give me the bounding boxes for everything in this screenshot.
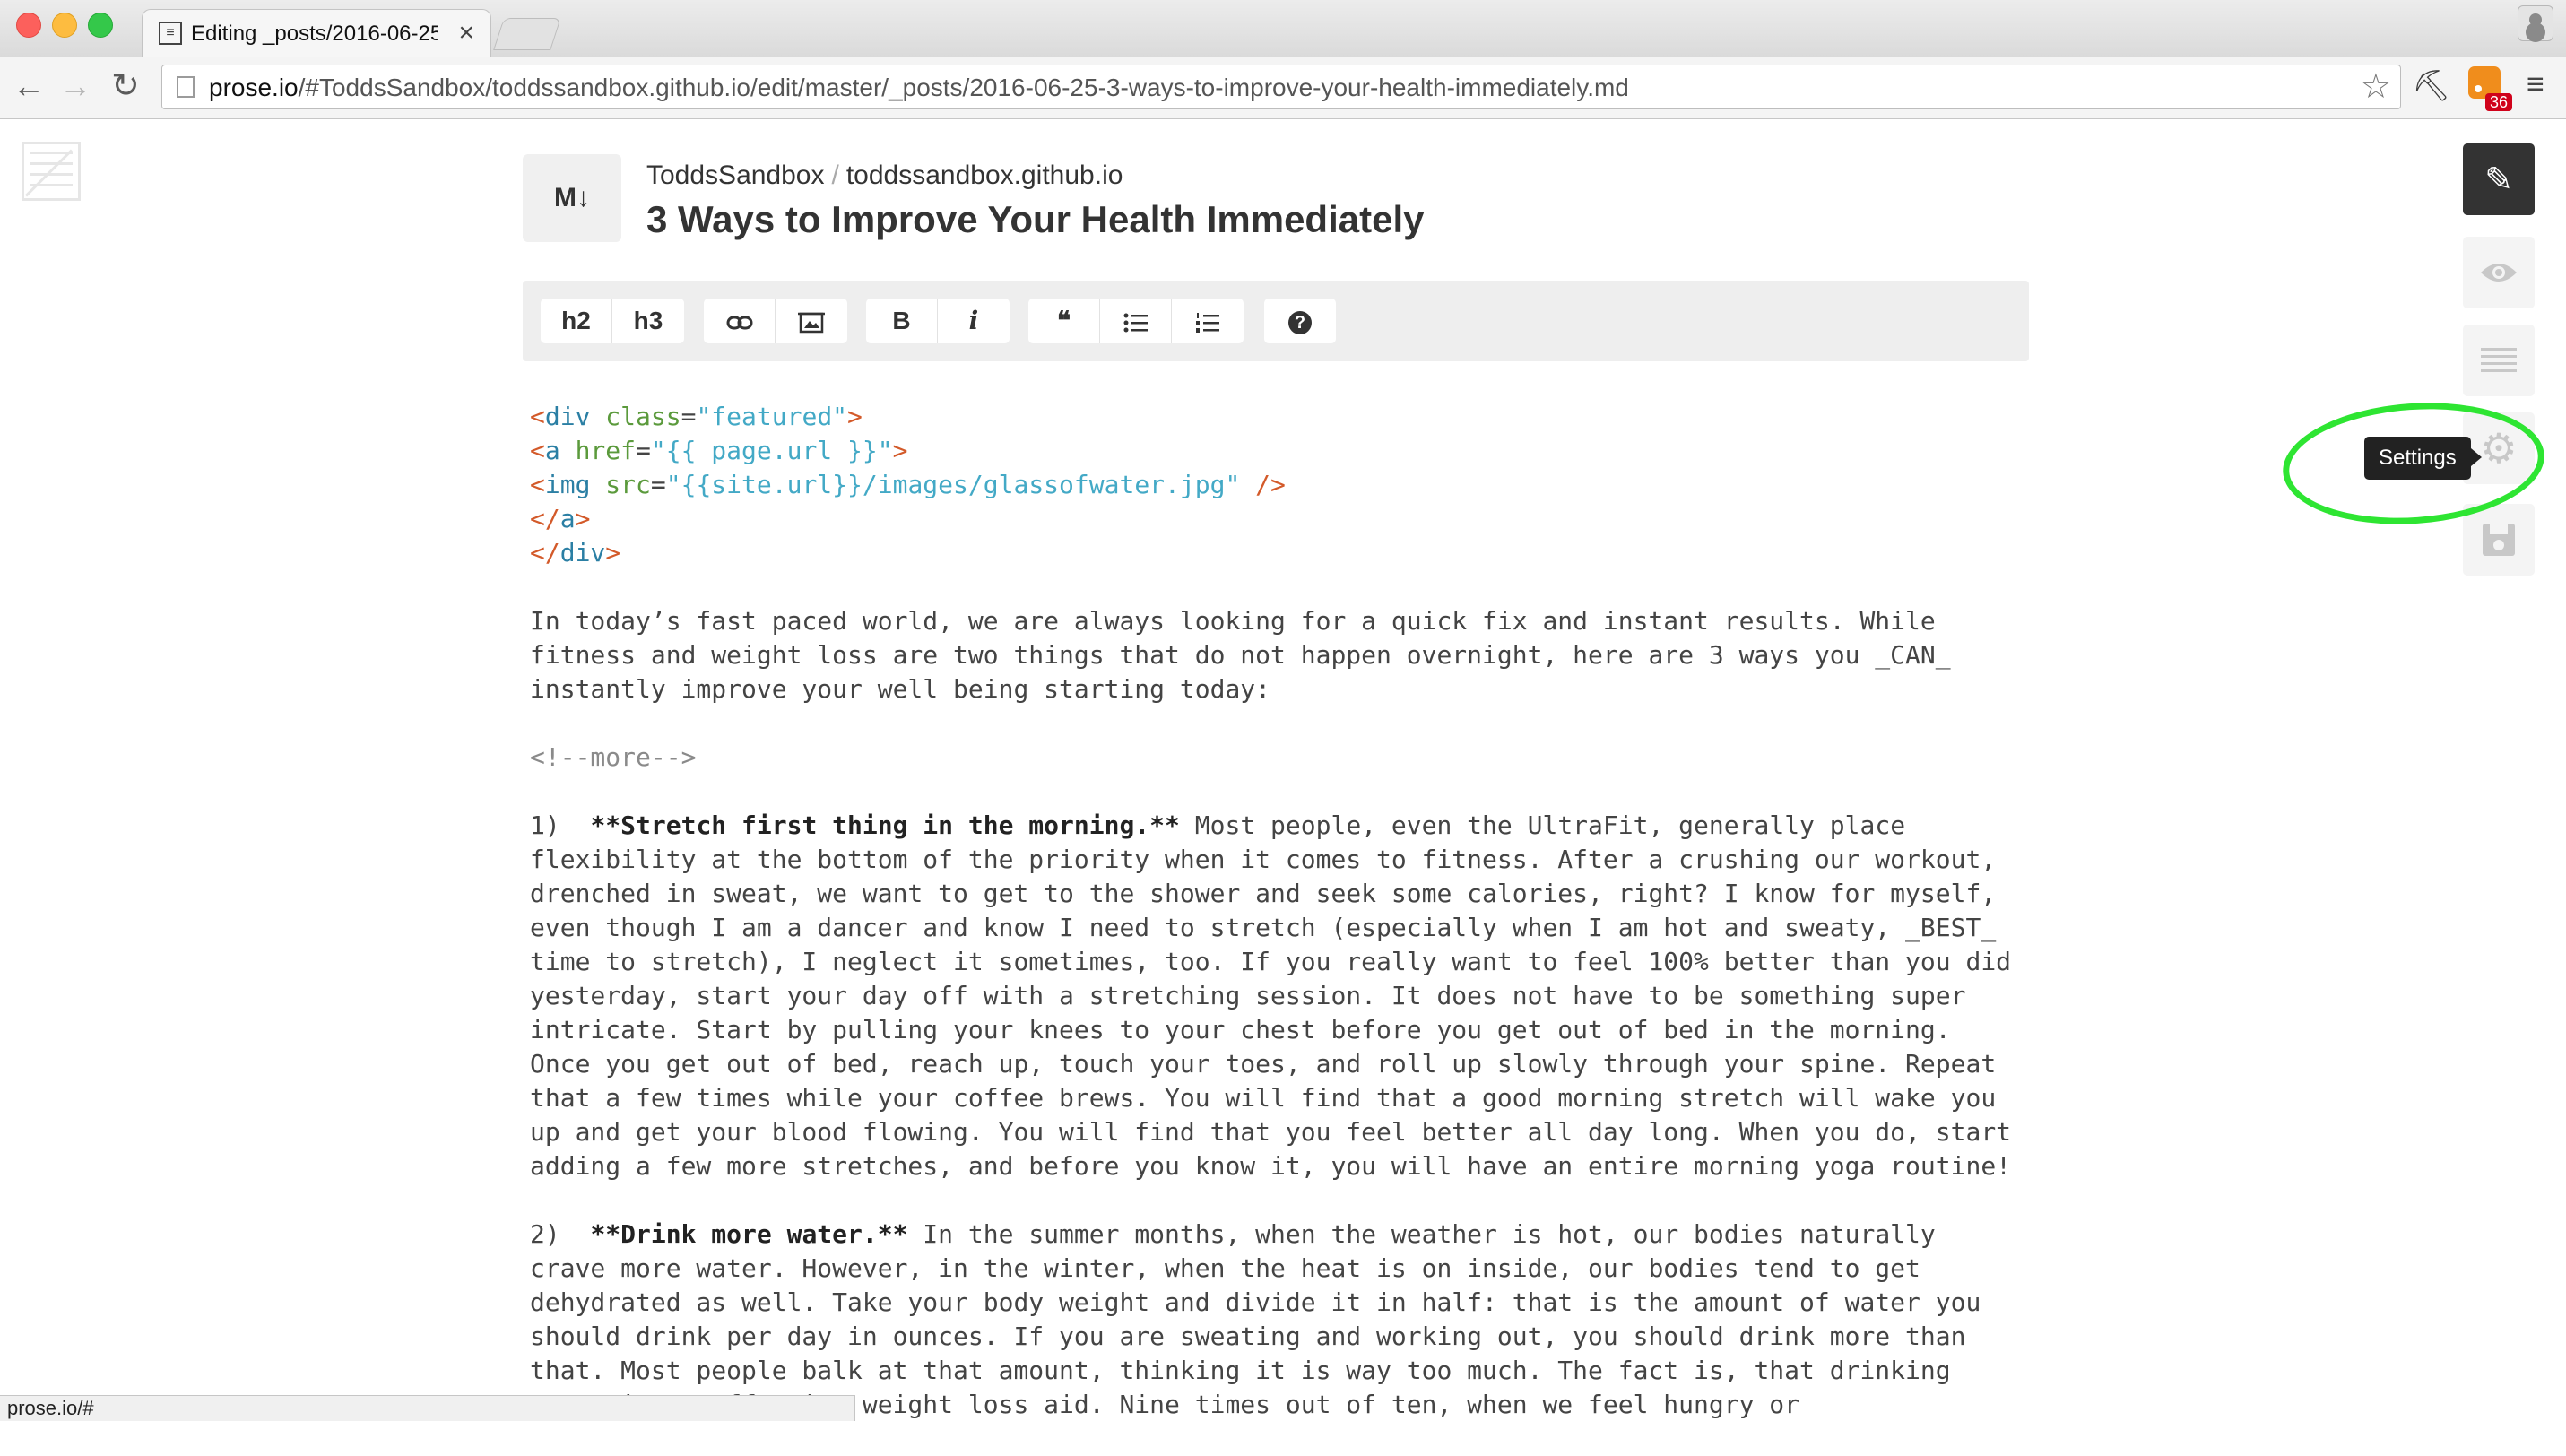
zoom-window-button[interactable] bbox=[88, 13, 113, 38]
heading-2-button[interactable]: h2 bbox=[541, 299, 612, 343]
url-path: /#ToddsSandbox/toddssandbox.github.io/ed… bbox=[298, 74, 1629, 101]
numbered-list-icon bbox=[1196, 312, 1219, 333]
quote-button[interactable]: ❝ bbox=[1028, 299, 1100, 343]
status-bar: prose.io/# bbox=[0, 1395, 855, 1421]
close-window-button[interactable] bbox=[16, 13, 41, 38]
save-button[interactable] bbox=[2463, 504, 2535, 576]
page-title[interactable]: 3 Ways to Improve Your Health Immediatel… bbox=[646, 197, 1424, 242]
heading-group: h2 h3 bbox=[541, 299, 684, 343]
numbered-list-button[interactable] bbox=[1172, 299, 1244, 343]
list-lines-icon bbox=[2481, 348, 2517, 372]
help-button[interactable]: ? bbox=[1264, 299, 1336, 343]
url-host: prose.io bbox=[209, 74, 299, 101]
prose-logo-icon[interactable] bbox=[22, 142, 81, 201]
link-icon bbox=[726, 316, 752, 330]
breadcrumb-separator: / bbox=[831, 160, 839, 190]
address-bar-url[interactable]: prose.io/#ToddsSandbox/toddssandbox.gith… bbox=[209, 74, 1629, 102]
bookmark-star-icon[interactable]: ☆ bbox=[2361, 69, 2391, 105]
list-item-1: 1) **Stretch first thing in the morning.… bbox=[530, 810, 2012, 1181]
minimize-window-button[interactable] bbox=[52, 13, 77, 38]
profile-icon[interactable] bbox=[2518, 5, 2553, 41]
list-item-1-bold: **Stretch first thing in the morning.** bbox=[590, 810, 1180, 840]
image-icon bbox=[798, 312, 825, 333]
heading-3-button[interactable]: h3 bbox=[612, 299, 684, 343]
code-line: </div> bbox=[530, 538, 621, 568]
browser-tab-strip: ≡ Editing _posts/2016-06-25-3-ways-to-im… bbox=[0, 0, 2566, 58]
markdown-file-badge: M↓ bbox=[523, 154, 621, 242]
italic-button[interactable]: i bbox=[938, 299, 1010, 343]
breadcrumb-repo-link[interactable]: toddssandbox.github.io bbox=[846, 160, 1123, 190]
browser-tab-active[interactable]: ≡ Editing _posts/2016-06-25-3-ways-to-im… bbox=[142, 9, 491, 57]
code-line: <div class="featured"> bbox=[530, 402, 863, 431]
forward-arrow-icon[interactable]: → bbox=[59, 66, 91, 106]
breadcrumb-owner-link[interactable]: ToddsSandbox bbox=[646, 160, 825, 190]
list-item-2: 2) **Drink more water.** In the summer m… bbox=[530, 1219, 1981, 1419]
block-group: ❝ bbox=[1028, 299, 1244, 343]
new-tab-button[interactable] bbox=[493, 18, 561, 50]
code-line: <img src="{{site.url}}/images/glassofwat… bbox=[530, 470, 1286, 499]
markdown-editor[interactable]: <div class="featured"> <a href="{{ page.u… bbox=[530, 400, 2054, 1456]
bullet-list-button[interactable] bbox=[1100, 299, 1172, 343]
browser-toolbar: ← → ↻ prose.io/#ToddsSandbox/toddssandbo… bbox=[0, 57, 2566, 119]
intro-paragraph: In today’s fast paced world, we are alwa… bbox=[530, 606, 1951, 704]
link-button[interactable] bbox=[704, 299, 776, 343]
extension-icon[interactable]: ⛏ bbox=[2412, 68, 2450, 104]
list-item-2-bold: **Drink more water.** bbox=[590, 1219, 908, 1249]
metadata-button[interactable] bbox=[2463, 325, 2535, 396]
insert-group bbox=[704, 299, 847, 343]
preview-button[interactable] bbox=[2463, 237, 2535, 308]
code-line: <a href="{{ page.url }}"> bbox=[530, 436, 908, 465]
edit-mode-button[interactable]: ✎ bbox=[2463, 143, 2535, 215]
save-icon bbox=[2483, 524, 2515, 556]
help-group: ? bbox=[1264, 299, 1336, 343]
page-icon bbox=[177, 76, 195, 98]
eye-icon bbox=[2481, 264, 2517, 282]
back-arrow-icon[interactable]: ← bbox=[13, 66, 45, 106]
address-bar[interactable]: prose.io/#ToddsSandbox/toddssandbox.gith… bbox=[161, 65, 2401, 109]
pencil-icon: ✎ bbox=[2484, 160, 2513, 199]
bullet-list-icon bbox=[1123, 313, 1148, 333]
reload-icon[interactable]: ↻ bbox=[111, 66, 140, 106]
tab-close-icon[interactable]: × bbox=[458, 19, 474, 48]
more-comment: <!--more--> bbox=[530, 742, 697, 772]
rss-unread-badge: 36 bbox=[2485, 93, 2513, 111]
editor-toolbar: h2 h3 B i ❝ ? bbox=[523, 281, 2029, 361]
prose-favicon-icon: ≡ bbox=[159, 22, 182, 45]
format-group: B i bbox=[866, 299, 1010, 343]
browser-menu-icon[interactable]: ≡ bbox=[2527, 68, 2544, 100]
bold-button[interactable]: B bbox=[866, 299, 938, 343]
tab-title: Editing _posts/2016-06-25-3-ways-to-impr… bbox=[191, 22, 438, 46]
image-button[interactable] bbox=[776, 299, 847, 343]
code-line: </a> bbox=[530, 504, 591, 533]
breadcrumb: ToddsSandbox / toddssandbox.github.io bbox=[646, 160, 1123, 192]
help-icon: ? bbox=[1288, 310, 1312, 334]
